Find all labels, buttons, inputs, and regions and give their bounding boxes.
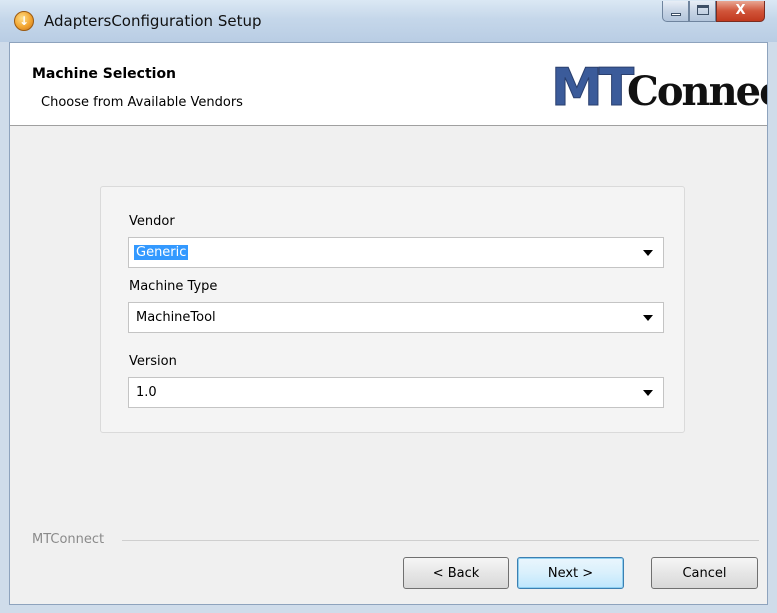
machine-selection-group: Vendor Generic Machine Type MachineTool … (100, 186, 685, 433)
maximize-icon (697, 5, 709, 15)
footer-brand: MTConnect (32, 532, 105, 547)
close-button[interactable]: X (716, 1, 765, 22)
window-controls: X (662, 1, 765, 23)
chevron-down-icon (643, 315, 653, 321)
vendor-value: Generic (134, 245, 189, 260)
cancel-button[interactable]: Cancel (651, 557, 758, 589)
next-button[interactable]: Next > (517, 557, 624, 589)
minimize-button[interactable] (662, 1, 689, 22)
logo-connect-text: Connect (627, 68, 767, 113)
window-title: AdaptersConfiguration Setup (44, 12, 262, 30)
page-subtitle: Choose from Available Vendors (41, 95, 243, 110)
version-label: Version (129, 354, 177, 369)
setup-window: ↓ AdaptersConfiguration Setup X Machine … (0, 0, 777, 613)
setup-installer-icon: ↓ (14, 11, 34, 31)
vendor-dropdown[interactable]: Generic (128, 237, 664, 268)
chevron-down-icon (643, 390, 653, 396)
version-value: 1.0 (136, 385, 157, 400)
close-icon: X (735, 3, 746, 18)
title-bar[interactable]: ↓ AdaptersConfiguration Setup X (0, 0, 777, 42)
page-title: Machine Selection (32, 66, 177, 82)
minimize-icon (671, 13, 681, 16)
maximize-button[interactable] (689, 1, 716, 22)
back-button[interactable]: < Back (403, 557, 509, 589)
wizard-client-area: Machine Selection Choose from Available … (9, 42, 768, 605)
machine-type-value: MachineTool (136, 310, 216, 325)
footer-divider (122, 540, 759, 541)
logo-mt-text: MT (551, 59, 635, 113)
vendor-label: Vendor (129, 214, 175, 229)
wizard-header: Machine Selection Choose from Available … (10, 43, 767, 126)
chevron-down-icon (643, 250, 653, 256)
mtconnect-logo: MT Connect (549, 59, 768, 113)
machine-type-dropdown[interactable]: MachineTool (128, 302, 664, 333)
machine-type-label: Machine Type (129, 279, 218, 294)
version-dropdown[interactable]: 1.0 (128, 377, 664, 408)
